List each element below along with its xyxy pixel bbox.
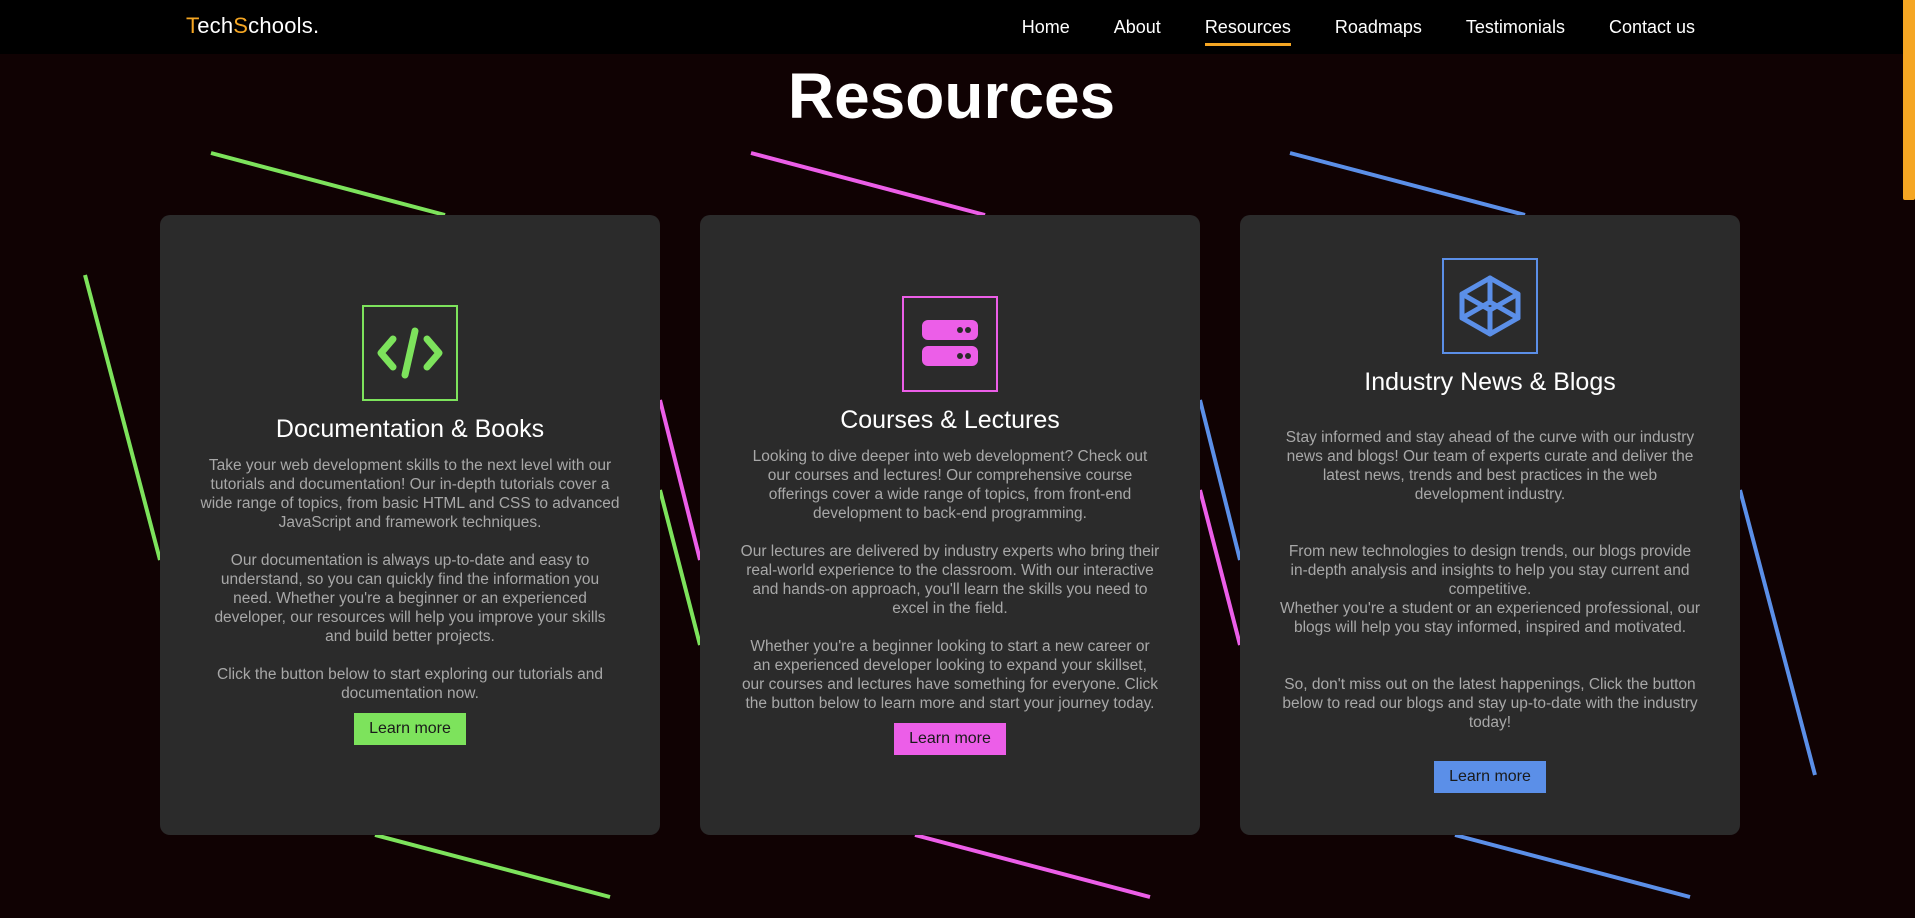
learn-more-button-courses[interactable]: Learn more <box>894 722 1006 755</box>
nav-link-about[interactable]: About <box>1114 17 1161 38</box>
brand-text-chools: chools. <box>248 13 320 38</box>
green-line-bottom <box>374 833 611 899</box>
pink-line-bottom <box>914 833 1151 899</box>
nav-link-resources[interactable]: Resources <box>1204 17 1291 46</box>
card-paragraph: Our documentation is always up-to-date a… <box>214 552 606 645</box>
nav-link-roadmaps[interactable]: Roadmaps <box>1335 17 1422 38</box>
pink-line-left <box>658 399 702 561</box>
scrollbar-thumb[interactable] <box>1903 0 1915 200</box>
resource-card-news: Industry News & Blogs Stay informed and … <box>1240 215 1740 835</box>
nav-link-testimonials[interactable]: Testimonials <box>1466 17 1565 38</box>
code-icon <box>362 305 458 401</box>
learn-more-button-news[interactable]: Learn more <box>1434 760 1546 793</box>
card-title: Courses & Lectures <box>840 405 1060 434</box>
card-paragraph: Looking to dive deeper into web developm… <box>752 447 1148 522</box>
blue-line-right <box>1738 489 1817 776</box>
pink-line-right <box>1198 489 1242 646</box>
card-paragraph: Whether you're a beginner looking to sta… <box>741 637 1159 712</box>
nav-link-contact[interactable]: Contact us <box>1609 17 1695 38</box>
nav-menu: Home About Resources Roadmaps Testimonia… <box>978 0 1695 54</box>
green-line-right <box>658 489 702 646</box>
blue-line-left <box>1198 399 1242 561</box>
codepen-icon <box>1442 257 1538 354</box>
server-icon <box>902 295 998 392</box>
card-title: Documentation & Books <box>275 415 545 443</box>
card-paragraph: Take your web development skills to the … <box>200 457 620 531</box>
card-title: Industry News & Blogs <box>1364 367 1616 396</box>
learn-more-button-documentation[interactable]: Learn more <box>354 713 466 745</box>
resource-card-documentation: Documentation & Books Take your web deve… <box>160 215 660 835</box>
card-paragraph: Click the button below to start explorin… <box>217 666 603 702</box>
brand-text-ech: ech <box>197 13 234 38</box>
brand-letter-t: T <box>186 13 198 38</box>
scrollbar[interactable] <box>1903 0 1915 918</box>
card-description: Stay informed and stay ahead of the curv… <box>1280 409 1700 751</box>
card-paragraph: Our lectures are delivered by industry e… <box>740 542 1160 617</box>
green-line-top <box>210 151 446 217</box>
pink-line-top <box>750 151 986 217</box>
card-paragraph: From new technologies to design trends, … <box>1280 542 1700 636</box>
green-line-left <box>83 274 162 561</box>
card-description: Take your web development skills to the … <box>200 456 620 703</box>
blue-line-top <box>1289 151 1526 217</box>
card-paragraph: So, don't miss out on the latest happeni… <box>1282 675 1698 731</box>
resource-card-courses: Courses & Lectures Looking to dive deepe… <box>700 215 1200 835</box>
card-paragraph: Stay informed and stay ahead of the curv… <box>1285 428 1695 503</box>
nav-link-home[interactable]: Home <box>1022 17 1070 38</box>
navbar: TechSchools. Home About Resources Roadma… <box>0 0 1903 54</box>
brand-logo[interactable]: TechSchools. <box>186 13 319 39</box>
blue-line-bottom <box>1454 833 1691 899</box>
card-description: Looking to dive deeper into web developm… <box>740 447 1160 713</box>
brand-letter-s: S <box>233 13 249 38</box>
page-title: Resources <box>787 60 1116 132</box>
